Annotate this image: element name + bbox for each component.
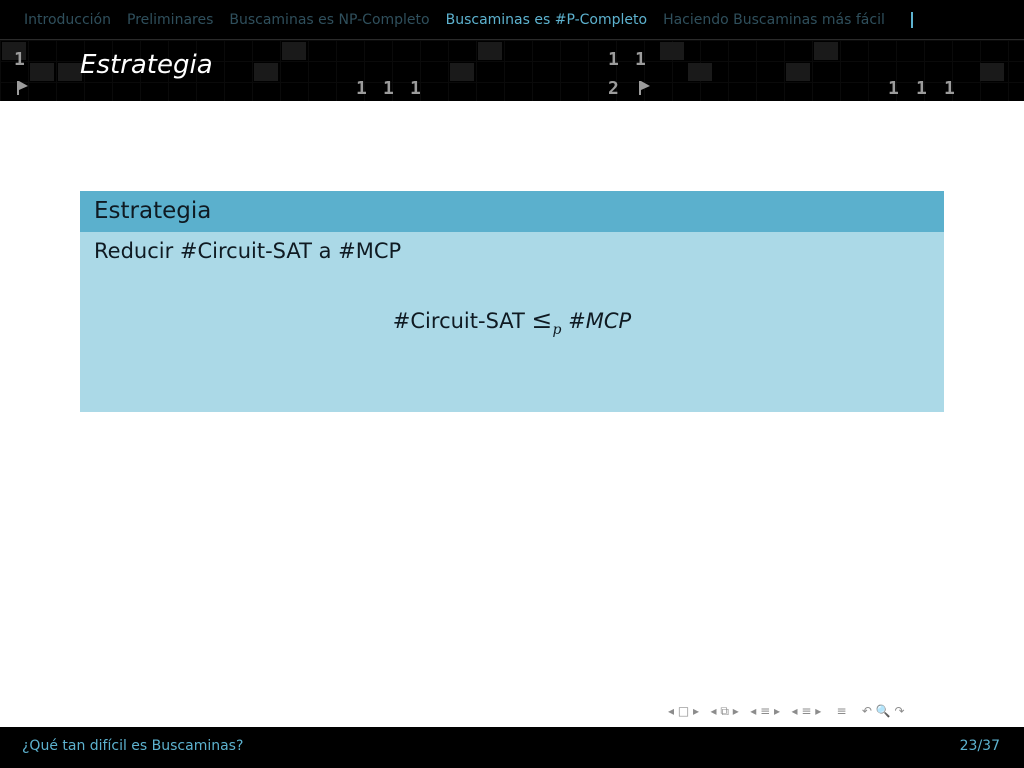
footer-bar: ¿Qué tan difícil es Buscaminas? 23/37 <box>0 727 1024 768</box>
frame-title: Estrategia <box>80 50 213 80</box>
mine-count-digit: 1 <box>635 49 646 70</box>
document-icon[interactable]: ≡ <box>837 704 847 718</box>
formula-lhs: #Circuit-SAT <box>392 309 525 333</box>
mine-count-digit: 1 <box>356 78 367 99</box>
grid-cell <box>980 63 1004 81</box>
grid-cell <box>660 42 684 60</box>
prev-slide-icon[interactable]: ◂ <box>668 704 674 718</box>
section-nav-list: Introducción Preliminares Buscaminas es … <box>24 10 913 30</box>
nav-item-introduccion[interactable]: Introducción <box>24 12 111 28</box>
forward-icon[interactable]: ↷ <box>895 704 905 718</box>
mine-count-digit: 1 <box>608 49 619 70</box>
mine-count-digit: 1 <box>383 78 394 99</box>
grid-cell <box>30 63 54 81</box>
prev-frame-icon[interactable]: ◂ <box>711 704 717 718</box>
next-frame-icon[interactable]: ▸ <box>733 704 739 718</box>
strategy-block: Estrategia Reducir #Circuit-SAT a #MCP #… <box>80 191 944 412</box>
block-title: Estrategia <box>80 191 944 232</box>
beamer-navigation-symbols: ◂ □ ▸ ◂ ⧉ ▸ ◂ ≡ ▸ ◂ ≡ ▸ ≡ ↶ 🔍 ↷ <box>668 704 905 722</box>
nav-item-mas-facil[interactable]: Haciendo Buscaminas más fácil <box>663 12 885 28</box>
nav-item-preliminares[interactable]: Preliminares <box>127 12 213 28</box>
mine-count-digit: 1 <box>888 78 899 99</box>
nav-separator <box>910 12 913 28</box>
formula-rhs: #MCP <box>568 309 632 333</box>
grid-cell <box>478 42 502 60</box>
mine-count-digit: 1 <box>916 78 927 99</box>
prev-section-icon[interactable]: ◂ <box>792 704 798 718</box>
subsection-icon[interactable]: ≡ <box>760 704 770 718</box>
next-subsection-icon[interactable]: ▸ <box>774 704 780 718</box>
mine-count-digit: 1 <box>14 49 25 70</box>
back-icon[interactable]: ↶ <box>862 704 872 718</box>
grid-cell <box>814 42 838 60</box>
flag-icon <box>639 81 650 95</box>
footer-title: ¿Qué tan difícil es Buscaminas? <box>22 738 244 754</box>
formula-relation: ≤ <box>531 305 553 334</box>
section-icon[interactable]: ≡ <box>801 704 811 718</box>
formula-subscript: p <box>552 322 562 338</box>
prev-subsection-icon[interactable]: ◂ <box>750 704 756 718</box>
grid-cell <box>282 42 306 60</box>
section-navigation-bar: Introducción Preliminares Buscaminas es … <box>0 0 1024 40</box>
mine-count-digit: 1 <box>410 78 421 99</box>
next-section-icon[interactable]: ▸ <box>815 704 821 718</box>
nav-item-p-completo[interactable]: Buscaminas es #P-Completo <box>446 12 647 28</box>
grid-cell <box>450 63 474 81</box>
block-text: Reducir #Circuit-SAT a #MCP <box>94 239 402 263</box>
grid-cell <box>58 63 82 81</box>
mine-count-digit: 1 <box>944 78 955 99</box>
nav-item-np-completo[interactable]: Buscaminas es NP-Completo <box>229 12 429 28</box>
flag-icon <box>17 81 28 95</box>
next-slide-icon[interactable]: ▸ <box>693 704 699 718</box>
mine-count-digit: 2 <box>608 78 619 99</box>
slide-icon[interactable]: □ <box>678 704 689 718</box>
search-icon[interactable]: 🔍 <box>876 704 891 718</box>
reduction-formula: #Circuit-SAT ≤p #MCP <box>80 305 944 338</box>
grid-cell <box>786 63 810 81</box>
grid-cell <box>254 63 278 81</box>
frame-icon[interactable]: ⧉ <box>720 704 729 718</box>
grid-cell <box>688 63 712 81</box>
page-number: 23/37 <box>959 738 1000 754</box>
